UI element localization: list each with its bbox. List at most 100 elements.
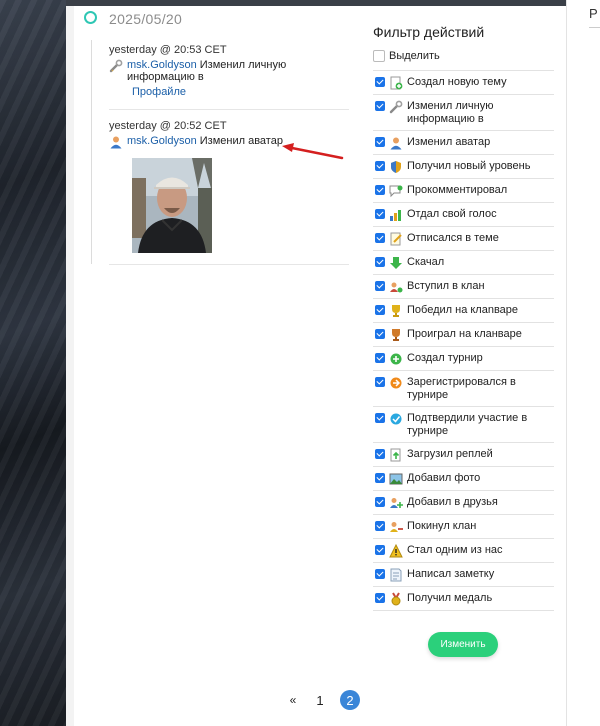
filter-label: Загрузил реплей — [407, 448, 493, 460]
filter-checkbox[interactable] — [375, 137, 385, 147]
filter-label: Стал одним из нас — [407, 544, 503, 556]
add-friend-icon — [389, 496, 403, 510]
user-link[interactable]: msk.Goldyson — [127, 59, 197, 71]
filter-checkbox[interactable] — [375, 473, 385, 483]
entry-divider — [109, 109, 349, 110]
filter-checkbox[interactable] — [375, 305, 385, 315]
page-1-button[interactable]: 1 — [310, 690, 330, 710]
apply-filter-button[interactable]: Изменить — [428, 632, 498, 657]
filter-checkbox[interactable] — [375, 377, 385, 387]
plus-circle-icon — [389, 352, 403, 366]
timeline-marker — [84, 11, 97, 24]
filter-item[interactable]: Отписался в теме — [373, 227, 554, 251]
filter-checkbox[interactable] — [375, 497, 385, 507]
select-all-checkbox[interactable] — [373, 50, 385, 62]
filter-item[interactable]: Прокомментировал — [373, 179, 554, 203]
wrench-icon — [109, 59, 123, 73]
filter-item[interactable]: Изменил аватар — [373, 131, 554, 155]
filter-list: Создал новую тему Изменил личную информа… — [373, 70, 554, 611]
filter-checkbox[interactable] — [375, 521, 385, 531]
filter-label: Прокомментировал — [407, 184, 508, 196]
filter-item[interactable]: Проиграл на кланваре — [373, 323, 554, 347]
filter-item[interactable]: Отдал свой голос — [373, 203, 554, 227]
filter-item[interactable]: Изменил личную информацию в — [373, 95, 554, 131]
annotation-arrow — [282, 143, 344, 160]
filter-item[interactable]: Получил медаль — [373, 587, 554, 611]
filter-checkbox[interactable] — [375, 545, 385, 555]
filter-label: Отдал свой голос — [407, 208, 497, 220]
filter-label: Создал новую тему — [407, 76, 507, 88]
filter-checkbox[interactable] — [375, 569, 385, 579]
filter-item[interactable]: Победил на клanваре — [373, 299, 554, 323]
paper-note-icon — [389, 568, 403, 582]
entry-divider — [109, 264, 349, 265]
filter-item[interactable]: Написал заметку — [373, 563, 554, 587]
filter-label: Написал заметку — [407, 568, 495, 580]
filter-item[interactable]: Создал новую тему — [373, 71, 554, 95]
filter-label: Зарегистрировался в турнире — [407, 376, 516, 401]
leave-clan-icon — [389, 520, 403, 534]
filter-label: Добавил в друзья — [407, 496, 498, 508]
medal-icon — [389, 592, 403, 606]
entry-time: yesterday @ 20:53 CET — [109, 44, 227, 56]
filter-checkbox[interactable] — [375, 593, 385, 603]
filter-label: Подтвердили участие в турнире — [407, 412, 528, 437]
filter-checkbox[interactable] — [375, 449, 385, 459]
filter-label: Создал турнир — [407, 352, 483, 364]
background-art — [0, 0, 66, 726]
comment-icon — [389, 184, 403, 198]
filter-label: Покинул клан — [407, 520, 477, 532]
check-circle-icon — [389, 412, 403, 426]
filter-item[interactable]: Добавил фото — [373, 467, 554, 491]
entry-time: yesterday @ 20:52 CET — [109, 120, 227, 132]
download-arrow-icon — [389, 256, 403, 270]
filter-label: Вступил в клан — [407, 280, 485, 292]
filter-checkbox[interactable] — [375, 281, 385, 291]
filter-item[interactable]: Добавил в друзья — [373, 491, 554, 515]
select-all-option[interactable]: Выделить — [373, 48, 554, 64]
warning-icon — [389, 544, 403, 558]
filter-checkbox[interactable] — [375, 413, 385, 423]
filter-item[interactable]: Вступил в клан — [373, 275, 554, 299]
filter-label: Победил на клanваре — [407, 304, 519, 316]
photo-icon — [389, 472, 403, 486]
timeline-date: 2025/05/20 — [109, 11, 183, 27]
filter-item[interactable]: Получил новый уровень — [373, 155, 554, 179]
filter-item[interactable]: Покинул клан — [373, 515, 554, 539]
filter-checkbox[interactable] — [375, 353, 385, 363]
avatar-photo[interactable] — [132, 158, 212, 253]
filter-item[interactable]: Загрузил реплей — [373, 443, 554, 467]
activity-entry: yesterday @ 20:53 CET msk.Goldyson Измен… — [109, 44, 349, 98]
filter-checkbox[interactable] — [375, 101, 385, 111]
filter-checkbox[interactable] — [375, 257, 385, 267]
new-topic-icon — [389, 76, 403, 90]
user-link[interactable]: msk.Goldyson — [127, 135, 197, 147]
filter-item[interactable]: Зарегистрировался в турнире — [373, 371, 554, 407]
arrow-circle-icon — [389, 376, 403, 390]
trophy-bronze-icon — [389, 328, 403, 342]
filter-checkbox[interactable] — [375, 161, 385, 171]
timeline-line — [91, 40, 92, 264]
prev-page-button[interactable]: « — [286, 693, 300, 707]
filter-title: Фильтр действий — [373, 24, 485, 40]
filter-label: Получил новый уровень — [407, 160, 531, 172]
filter-checkbox[interactable] — [375, 77, 385, 87]
filter-label: Изменил личную информацию в — [407, 100, 494, 125]
filter-checkbox[interactable] — [375, 329, 385, 339]
filter-label: Отписался в теме — [407, 232, 499, 244]
profile-link[interactable]: Профайле — [132, 86, 186, 98]
page-2-button[interactable]: 2 — [340, 690, 360, 710]
filter-item[interactable]: Скачал — [373, 251, 554, 275]
filter-checkbox[interactable] — [375, 185, 385, 195]
filter-label: Добавил фото — [407, 472, 481, 484]
filter-label: Изменил аватар — [407, 136, 491, 148]
filter-item[interactable]: Подтвердили участие в турнире — [373, 407, 554, 443]
bar-chart-icon — [389, 208, 403, 222]
filter-checkbox[interactable] — [375, 233, 385, 243]
person-icon — [389, 136, 403, 150]
note-edit-icon — [389, 232, 403, 246]
filter-checkbox[interactable] — [375, 209, 385, 219]
filter-label: Скачал — [407, 256, 445, 268]
filter-item[interactable]: Стал одним из нас — [373, 539, 554, 563]
filter-item[interactable]: Создал турнир — [373, 347, 554, 371]
